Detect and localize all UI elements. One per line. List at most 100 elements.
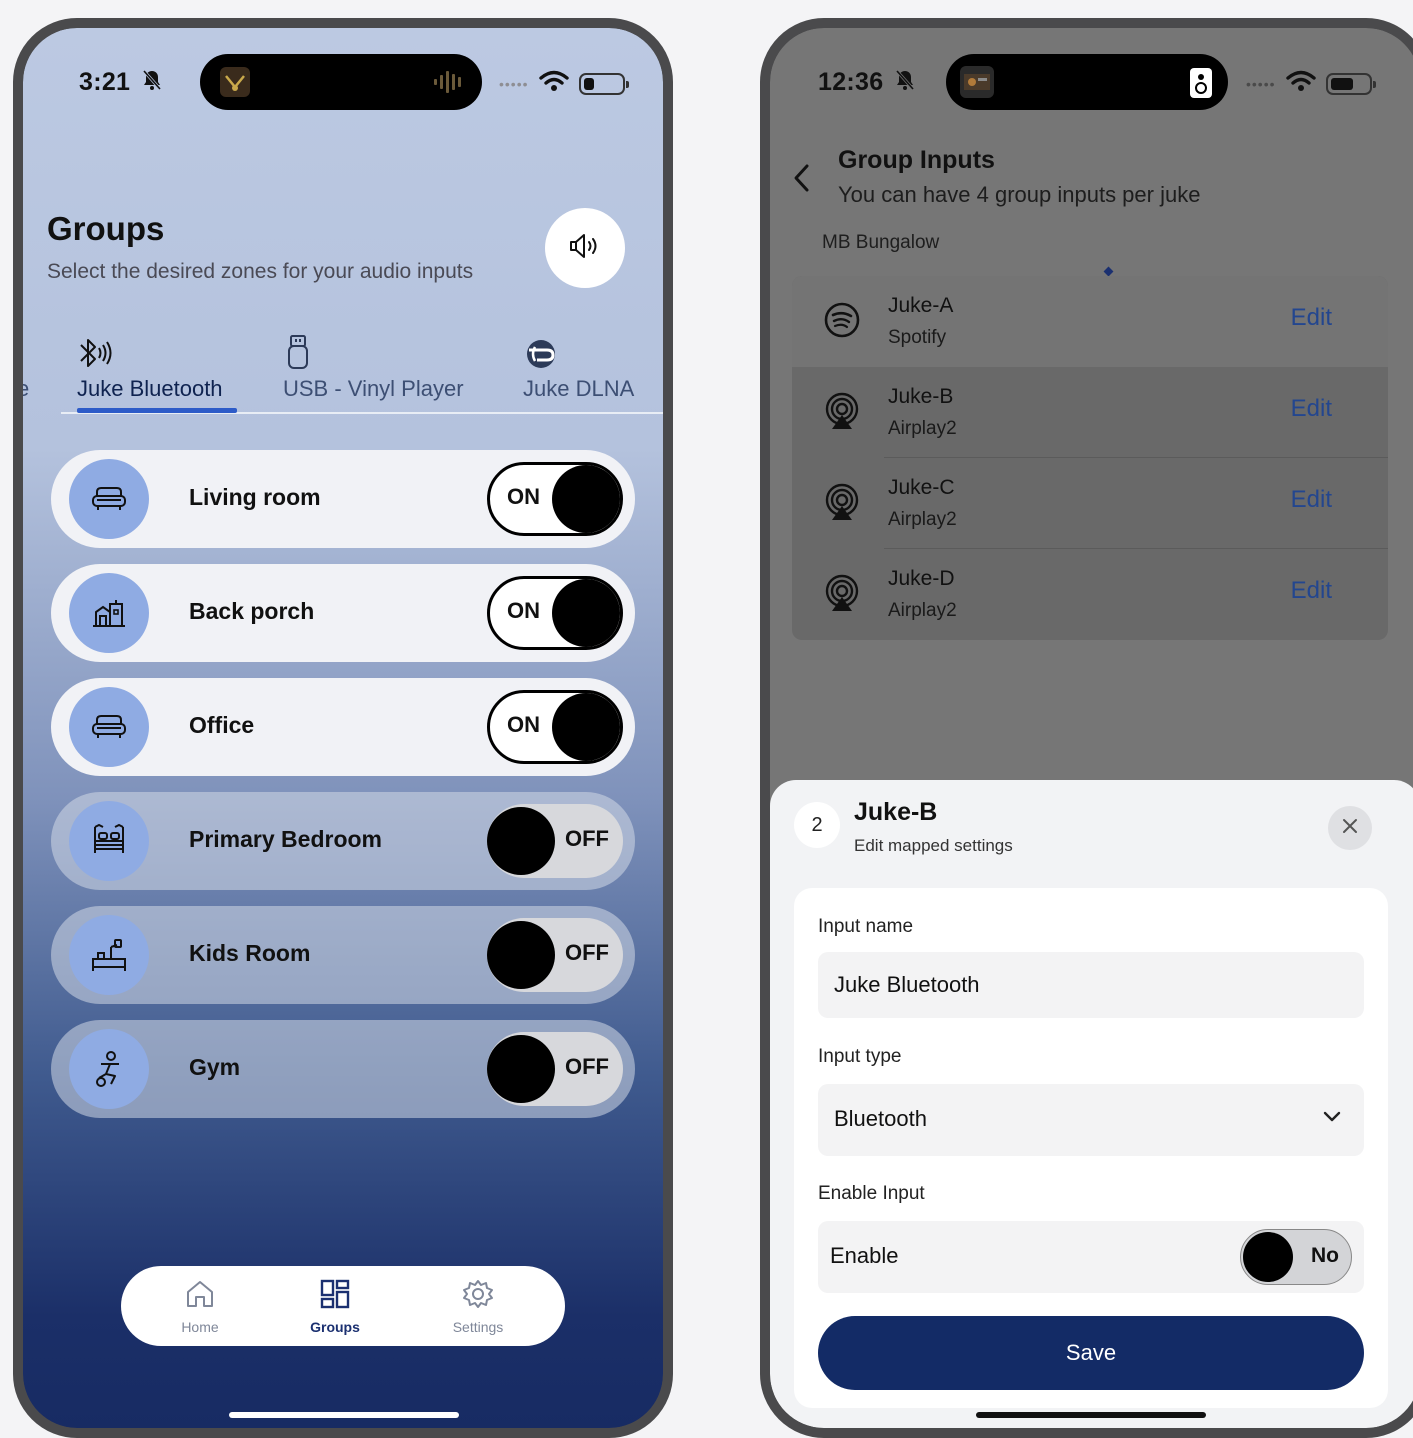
juke-row-juke-d: Juke-D Airplay2 Edit — [792, 549, 1388, 640]
indicator-dot — [1103, 266, 1114, 277]
status-indicators: ••••• — [1246, 70, 1376, 97]
edit-sheet: 2 Juke-B Edit mapped settings Input name… — [770, 780, 1413, 1428]
toggle-knob — [487, 921, 555, 989]
bell-muted-icon — [895, 69, 915, 98]
toggle-knob — [487, 1035, 555, 1103]
speaker-device-icon — [1190, 68, 1212, 98]
gym-icon — [69, 1029, 149, 1109]
chevron-down-icon — [1322, 1110, 1342, 1129]
tab-partial[interactable]: e — [23, 328, 29, 402]
toggle-knob — [552, 579, 620, 647]
zone-toggle[interactable]: OFF — [487, 804, 623, 878]
save-button[interactable]: Save — [818, 1316, 1364, 1390]
nav-home[interactable]: Home — [150, 1278, 250, 1335]
kids-desk-icon — [69, 915, 149, 995]
groups-screen: 3:21 ••••• Groups Select the desired zon… — [23, 28, 663, 1428]
zone-row-office: Office ON — [51, 678, 635, 776]
sheet-title: Juke-B — [854, 798, 938, 826]
settings-form: Input name Juke Bluetooth Input type Blu… — [794, 888, 1388, 1408]
zone-label: Kids Room — [189, 940, 311, 966]
airplay-icon — [822, 482, 862, 527]
signal-dots-icon: ••••• — [1246, 75, 1276, 92]
signal-dots-icon: ••••• — [499, 75, 529, 92]
page-title: Groups — [47, 210, 165, 247]
edit-link[interactable]: Edit — [1291, 395, 1332, 423]
input-type-select[interactable]: Bluetooth — [818, 1084, 1364, 1156]
bluetooth-audio-icon — [77, 328, 223, 370]
status-time: 3:21 — [79, 68, 162, 98]
enable-row: Enable No — [818, 1221, 1364, 1293]
nav-settings[interactable]: Settings — [428, 1278, 528, 1335]
house-icon — [69, 573, 149, 653]
gear-icon — [462, 1280, 494, 1314]
sofa-icon — [69, 687, 149, 767]
sofa-icon — [69, 459, 149, 539]
juke-row-juke-c: Juke-C Airplay2 Edit — [792, 458, 1388, 549]
zone-row-back-porch: Back porch ON — [51, 564, 635, 662]
active-tab-indicator — [77, 408, 237, 413]
tab-usb-vinyl-player[interactable]: USB - Vinyl Player — [283, 328, 464, 402]
toggle-knob — [552, 693, 620, 761]
bell-muted-icon — [142, 69, 162, 98]
airplay-icon — [822, 391, 862, 436]
tab-juke-bluetooth[interactable]: Juke Bluetooth — [77, 328, 223, 402]
zone-toggle[interactable]: OFF — [487, 918, 623, 992]
edit-link[interactable]: Edit — [1291, 486, 1332, 514]
album-art-icon — [960, 66, 994, 98]
bottom-nav: Home Groups Settings — [121, 1266, 565, 1346]
phone-frame-group-inputs: 12:36 ••••• Group Inputs You can have 4 … — [760, 18, 1413, 1438]
enable-toggle[interactable]: No — [1240, 1229, 1352, 1285]
battery-icon — [578, 72, 629, 95]
status-time: 12:36 — [818, 68, 915, 98]
zone-label: Gym — [189, 1054, 241, 1080]
back-button[interactable] — [792, 162, 812, 199]
battery-icon — [1325, 72, 1376, 95]
home-indicator — [229, 1412, 459, 1418]
speaker-button[interactable] — [545, 208, 625, 288]
input-name-label: Input name — [818, 916, 914, 937]
zone-toggle[interactable]: ON — [487, 690, 623, 764]
zone-label: Primary Bedroom — [189, 826, 383, 852]
wifi-icon — [1285, 70, 1316, 97]
speaker-volume-icon — [567, 231, 603, 266]
toggle-knob — [552, 465, 620, 533]
step-badge: 2 — [794, 802, 840, 848]
page-subtitle: You can have 4 group inputs per juke — [838, 182, 1201, 207]
zone-toggle[interactable]: OFF — [487, 1032, 623, 1106]
status-indicators: ••••• — [499, 70, 629, 97]
wifi-icon — [538, 70, 569, 97]
zone-toggle[interactable]: ON — [487, 462, 623, 536]
zone-label: Back porch — [189, 598, 315, 624]
chevron-left-icon — [792, 164, 812, 198]
nav-groups[interactable]: Groups — [285, 1278, 385, 1335]
toggle-knob — [1243, 1232, 1293, 1282]
sheet-subtitle: Edit mapped settings — [854, 836, 1013, 855]
location-name: MB Bungalow — [822, 232, 940, 253]
home-indicator — [976, 1412, 1206, 1418]
close-button[interactable] — [1328, 806, 1372, 850]
tab-juke-dlna[interactable]: Juke DLNA — [523, 328, 634, 402]
zone-label: Office — [189, 712, 255, 738]
home-icon — [184, 1281, 216, 1314]
usb-icon — [283, 328, 464, 370]
zone-toggle[interactable]: ON — [487, 576, 623, 650]
zone-row-living-room: Living room ON — [51, 450, 635, 548]
edit-link[interactable]: Edit — [1291, 577, 1332, 605]
page-title: Group Inputs — [838, 146, 995, 174]
edit-link[interactable]: Edit — [1291, 304, 1332, 332]
zone-row-kids-room: Kids Room OFF — [51, 906, 635, 1004]
groups-icon — [319, 1279, 351, 1314]
zone-label: Living room — [189, 484, 321, 510]
phone-frame-groups: 3:21 ••••• Groups Select the desired zon… — [13, 18, 673, 1438]
juke-row-juke-a: Juke-A Spotify Edit — [792, 276, 1388, 367]
toggle-knob — [487, 807, 555, 875]
zone-row-gym: Gym OFF — [51, 1020, 635, 1118]
close-icon — [1341, 817, 1359, 840]
input-name-field[interactable]: Juke Bluetooth — [818, 952, 1364, 1018]
spotify-icon — [822, 300, 862, 345]
page-subtitle: Select the desired zones for your audio … — [47, 260, 474, 283]
dlna-icon — [523, 328, 634, 370]
dynamic-island — [200, 54, 482, 110]
audio-waveform-icon — [434, 70, 466, 99]
album-art-icon — [220, 67, 250, 97]
